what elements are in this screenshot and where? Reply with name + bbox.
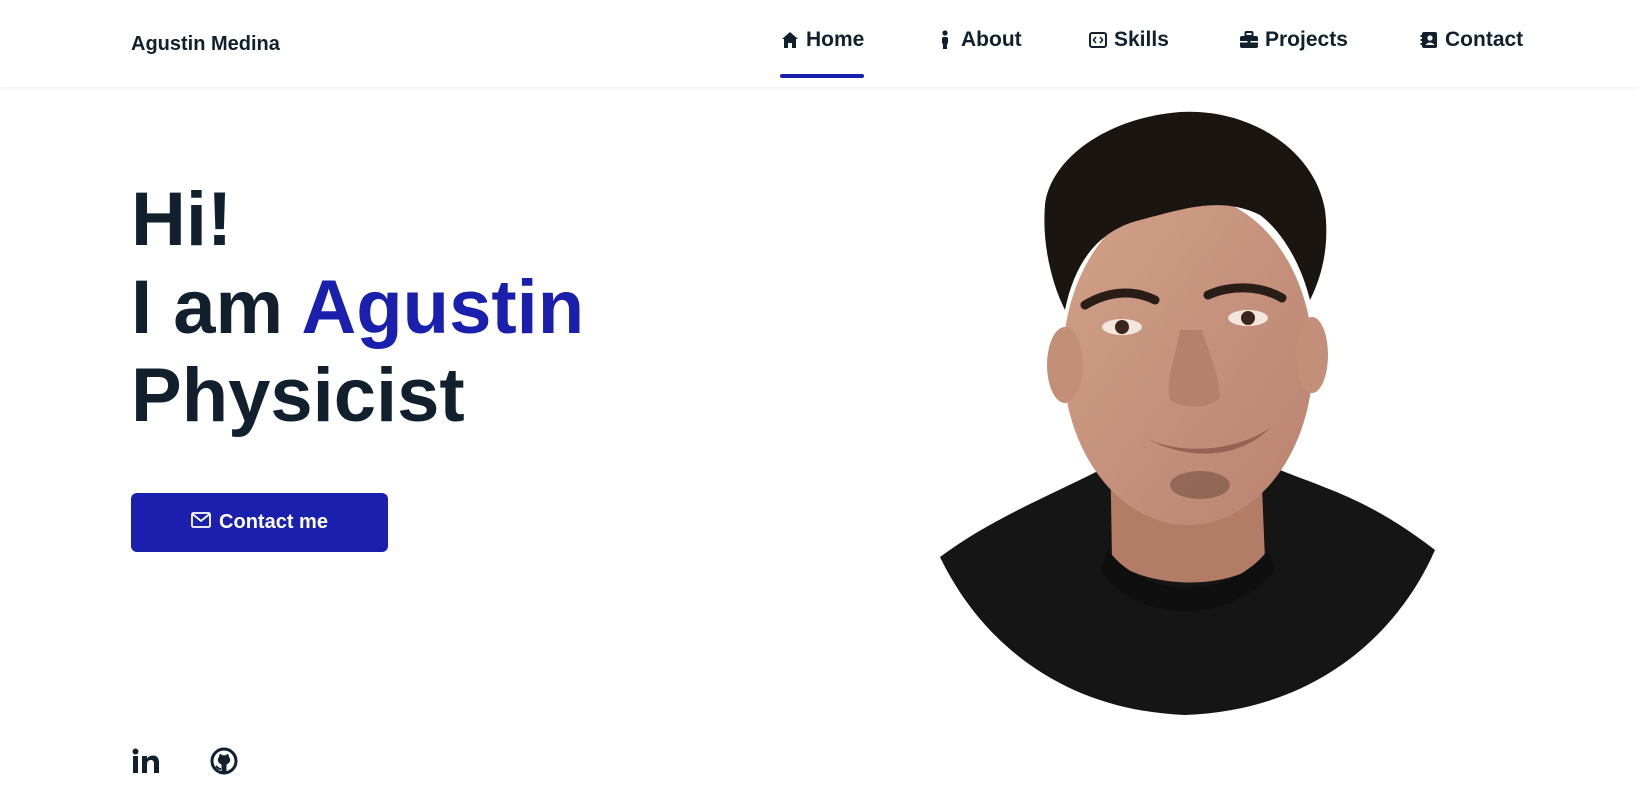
site-header: Agustin Medina Home About Skills Project… — [0, 0, 1638, 87]
main-nav: Home About Skills Projects Contact — [0, 0, 1638, 87]
profile-photo — [930, 110, 1440, 720]
nav-item-skills[interactable]: Skills — [1088, 28, 1169, 78]
nav-label-contact: Contact — [1445, 28, 1524, 51]
nav-label-projects: Projects — [1265, 28, 1348, 51]
linkedin-link[interactable] — [131, 748, 161, 778]
contact-book-icon — [1419, 28, 1439, 52]
hero-intro-line: I am Agustin — [131, 264, 584, 352]
hero-name: Agustin — [301, 265, 585, 350]
nav-item-home[interactable]: Home — [780, 28, 865, 78]
nav-item-projects[interactable]: Projects — [1239, 28, 1348, 78]
nav-label-about: About — [961, 28, 1022, 51]
social-links — [131, 747, 239, 780]
home-icon — [780, 28, 800, 52]
hero-heading: Hi! I am Agustin Physicist — [131, 176, 584, 440]
contact-me-label: Contact me — [219, 511, 328, 533]
linkedin-icon — [132, 748, 160, 779]
hero-greeting: Hi! — [131, 177, 233, 262]
envelope-icon — [191, 511, 211, 528]
hero-role: Physicist — [131, 353, 465, 438]
github-icon — [210, 747, 238, 780]
person-icon — [935, 28, 955, 52]
code-icon — [1088, 28, 1108, 52]
nav-label-home: Home — [806, 28, 865, 51]
github-link[interactable] — [209, 747, 239, 780]
contact-me-button[interactable]: Contact me — [131, 493, 388, 552]
nav-item-about[interactable]: About — [935, 28, 1022, 78]
briefcase-icon — [1239, 28, 1259, 52]
hero-intro-prefix: I am — [131, 265, 284, 350]
nav-label-skills: Skills — [1114, 28, 1169, 51]
portrait-illustration — [940, 111, 1435, 715]
nav-item-contact[interactable]: Contact — [1419, 28, 1523, 78]
